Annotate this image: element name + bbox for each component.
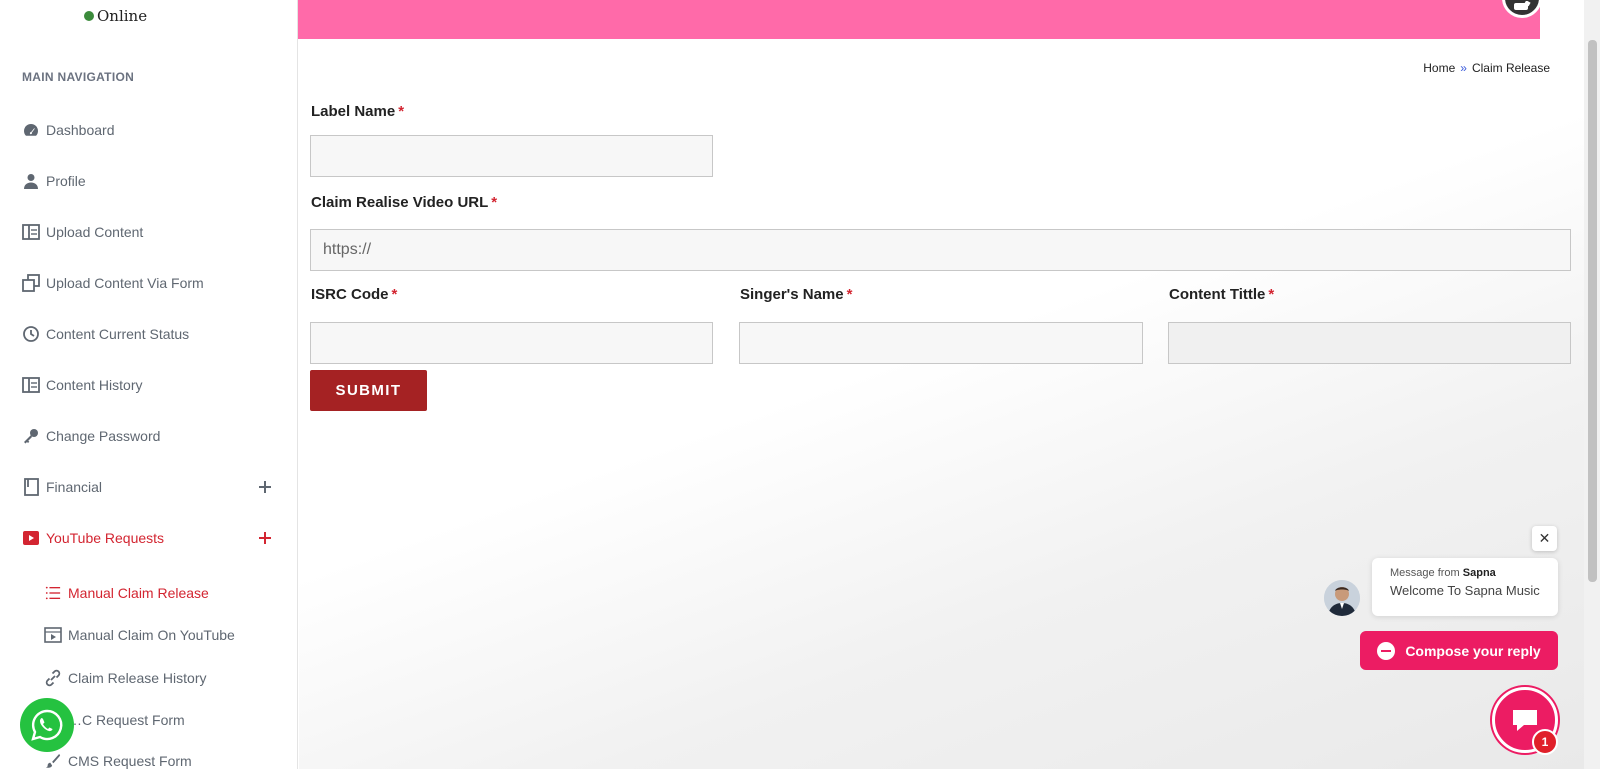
compose-reply-button[interactable]: Compose your reply: [1360, 631, 1558, 670]
field-label-text: ISRC Code: [311, 286, 389, 303]
sidebar-item-youtube-requests[interactable]: YouTube Requests: [22, 526, 282, 550]
sidebar: Online MAIN NAVIGATION Dashboard Profile…: [0, 0, 298, 769]
sidebar-item-label: Profile: [46, 173, 86, 189]
required-mark: *: [491, 194, 498, 211]
chat-bubble-icon: [1377, 641, 1396, 660]
sidebar-subitem-label: Claim Release History: [68, 670, 207, 686]
scrollbar-thumb[interactable]: [1588, 40, 1597, 582]
book-icon: [22, 478, 40, 496]
history-icon: [22, 325, 40, 343]
chat-from-name: Sapna: [1462, 567, 1496, 579]
top-banner: [226, 0, 1540, 39]
breadcrumb-current: Claim Release: [1471, 61, 1550, 75]
sidebar-subitem-manual-claim-youtube[interactable]: Manual Claim On YouTube: [44, 624, 284, 646]
sidebar-item-label: Content History: [46, 377, 143, 393]
sidebar-subitem-label: Manual Claim Release: [68, 585, 209, 601]
video-url-label: Claim Realise Video URL *: [311, 194, 497, 211]
sidebar-item-label: Content Current Status: [46, 326, 190, 342]
field-label-text: Claim Realise Video URL: [311, 194, 489, 211]
nav-header: MAIN NAVIGATION: [22, 70, 135, 84]
sidebar-item-upload-content[interactable]: Upload Content: [22, 220, 282, 244]
sidebar-item-label: Upload Content Via Form: [46, 275, 204, 291]
sidebar-subitem-label: …C Request Form: [68, 712, 185, 728]
sidebar-subitem-claim-release-history[interactable]: Claim Release History: [44, 667, 284, 689]
chat-sender: Message from Sapna: [1390, 567, 1540, 579]
isrc-code-label: ISRC Code *: [311, 286, 397, 303]
whatsapp-button[interactable]: [20, 698, 74, 752]
field-label-text: Singer's Name: [740, 286, 844, 303]
sidebar-item-content-status[interactable]: Content Current Status: [22, 322, 282, 346]
brush-icon: [44, 752, 62, 769]
required-mark: *: [846, 286, 853, 303]
singer-name-label: Singer's Name *: [740, 286, 852, 303]
isrc-code-input[interactable]: [310, 322, 713, 364]
sidebar-item-dashboard[interactable]: Dashboard: [22, 118, 282, 142]
whatsapp-icon: [31, 709, 63, 741]
sidebar-subitem-cms-request-form[interactable]: CMS Request Form: [44, 750, 284, 769]
sidebar-subitem-label: Manual Claim On YouTube: [68, 627, 235, 643]
video-url-input[interactable]: [310, 229, 1571, 271]
content-title-label: Content Tittle *: [1169, 286, 1274, 303]
sidebar-item-financial[interactable]: Financial: [22, 475, 282, 499]
field-label-text: Content Tittle: [1169, 286, 1266, 303]
page-scrollbar[interactable]: [1584, 0, 1600, 769]
columns-icon: [22, 376, 40, 394]
compose-reply-label: Compose your reply: [1405, 642, 1541, 659]
chat-icon: [1513, 710, 1537, 731]
unread-badge: 1: [1532, 729, 1558, 755]
sidebar-subitem-request-form[interactable]: …C Request Form: [44, 709, 284, 731]
breadcrumb: Home » Claim Release: [1423, 61, 1550, 75]
submit-button[interactable]: SUBMIT: [310, 370, 427, 411]
user-icon: [22, 172, 40, 190]
chat-message-bubble[interactable]: Message from Sapna Welcome To Sapna Musi…: [1372, 558, 1558, 616]
expand-plus-icon[interactable]: [254, 526, 276, 550]
sidebar-item-label: Financial: [46, 479, 103, 495]
chat-message-text: Welcome To Sapna Music: [1390, 583, 1540, 598]
link-icon: [44, 669, 62, 687]
label-name-label: Label Name *: [311, 103, 404, 120]
dashboard-icon: [22, 121, 40, 139]
film-icon: [44, 626, 62, 644]
required-mark: *: [391, 286, 398, 303]
agent-avatar: [1324, 580, 1360, 616]
sidebar-item-label: YouTube Requests: [46, 530, 165, 546]
sidebar-subitem-label: CMS Request Form: [68, 753, 192, 769]
chat-from-prefix: Message from: [1390, 567, 1460, 579]
label-name-input[interactable]: [310, 135, 713, 177]
expand-plus-icon[interactable]: [254, 475, 276, 499]
breadcrumb-separator: »: [1460, 61, 1467, 75]
sidebar-subitem-manual-claim-release[interactable]: Manual Claim Release: [44, 582, 284, 604]
chat-close-button[interactable]: ✕: [1532, 526, 1557, 551]
sidebar-item-label: Upload Content: [46, 224, 144, 240]
required-mark: *: [398, 103, 405, 120]
sidebar-item-upload-via-form[interactable]: Upload Content Via Form: [22, 271, 282, 295]
required-mark: *: [1268, 286, 1275, 303]
sidebar-item-content-history[interactable]: Content History: [22, 373, 282, 397]
list-icon: [44, 584, 62, 602]
field-label-text: Label Name: [311, 103, 396, 120]
sidebar-item-label: Change Password: [46, 428, 161, 444]
youtube-icon: [22, 529, 40, 547]
singer-name-input[interactable]: [739, 322, 1143, 364]
sidebar-item-change-password[interactable]: Change Password: [22, 424, 282, 448]
columns-icon: [22, 223, 40, 241]
content-title-input[interactable]: [1168, 322, 1571, 364]
sidebar-item-profile[interactable]: Profile: [22, 169, 282, 193]
status-text: Online: [97, 7, 148, 25]
online-dot-icon: [84, 11, 94, 21]
breadcrumb-home[interactable]: Home: [1423, 61, 1455, 75]
sidebar-item-label: Dashboard: [46, 122, 115, 138]
key-icon: [22, 427, 40, 445]
edit-icon: [1514, 1, 1531, 10]
clone-icon: [22, 274, 40, 292]
online-status: Online: [84, 7, 147, 25]
